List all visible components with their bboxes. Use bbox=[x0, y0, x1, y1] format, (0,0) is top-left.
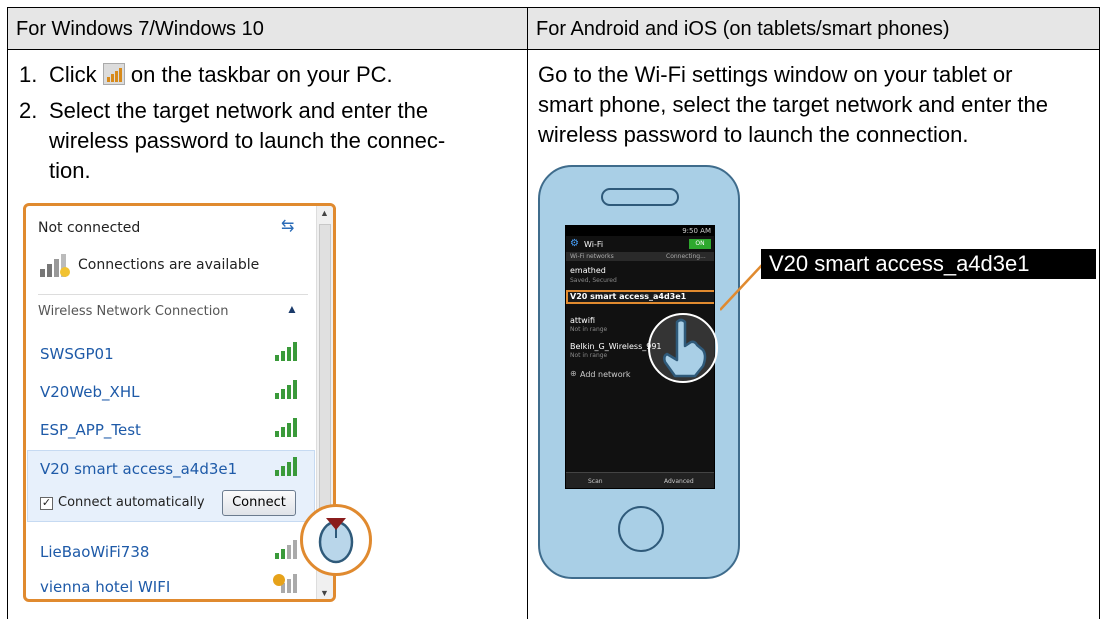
phone-network-belkin-sub: Not in range bbox=[570, 352, 608, 359]
wifi-signal-icon bbox=[275, 380, 297, 399]
connect-button[interactable]: Connect bbox=[222, 490, 296, 516]
collapse-chevron-icon[interactable]: ▲ bbox=[286, 302, 298, 316]
network-callout-label: V20 smart access_a4d3e1 bbox=[761, 249, 1096, 279]
connect-automatically-checkbox[interactable]: ✓ bbox=[40, 497, 53, 510]
step-1: 1. Click on the taskbar on your PC. bbox=[19, 60, 489, 90]
network-esp-app-test[interactable]: ESP_APP_Test bbox=[40, 421, 141, 439]
refresh-icon[interactable]: ⇆ bbox=[281, 216, 294, 236]
phone-networks-label: Wi-Fi networks bbox=[570, 253, 614, 260]
step-1-text: Click on the taskbar on your PC. bbox=[49, 60, 489, 90]
phone-network-attwifi[interactable]: attwifi bbox=[570, 316, 595, 325]
wifi-signal-icon bbox=[275, 342, 297, 361]
step-2-line-3: tion. bbox=[49, 158, 91, 183]
step-2-line-1: Select the target network and enter the bbox=[49, 98, 429, 123]
phone-home-button bbox=[618, 506, 664, 552]
wifi-signal-icon bbox=[275, 457, 297, 476]
phone-network-attwifi-sub: Not in range bbox=[570, 326, 608, 333]
windows-network-flyout: Not connected ⇆ Connections are availabl… bbox=[23, 203, 336, 602]
network-v20web[interactable]: V20Web_XHL bbox=[40, 383, 139, 401]
mobile-instructions: Go to the Wi-Fi settings window on your … bbox=[538, 60, 1098, 150]
phone-wifi-title: Wi-Fi bbox=[584, 240, 604, 249]
step-1-text-a: Click bbox=[49, 62, 97, 87]
network-v20-smart-access[interactable]: V20 smart access_a4d3e1 bbox=[40, 460, 237, 478]
step-2-text: Select the target network and enter the … bbox=[49, 96, 489, 186]
mouse-icon bbox=[318, 518, 354, 564]
phone-speaker bbox=[601, 188, 679, 206]
table-column-divider bbox=[527, 7, 528, 619]
header-cell-mobile: For Android and iOS (on tablets/smart ph… bbox=[527, 7, 1100, 49]
phone-time: 9:50 AM bbox=[682, 227, 711, 235]
step-2-line-2: wireless password to launch the connec- bbox=[49, 128, 446, 153]
connections-available-icon bbox=[40, 254, 70, 277]
callout-connector bbox=[720, 264, 763, 311]
network-swsgp01[interactable]: SWSGP01 bbox=[40, 345, 114, 363]
step-1-text-b: on the taskbar on your PC. bbox=[130, 62, 393, 87]
taskbar-network-icon bbox=[102, 63, 125, 85]
step-2-number: 2. bbox=[19, 98, 38, 123]
add-network-icon: ⊕ bbox=[570, 369, 577, 378]
table-border-left bbox=[7, 7, 8, 619]
mobile-line-2: smart phone, select the target network a… bbox=[538, 92, 1048, 117]
phone-advanced-button[interactable]: Advanced bbox=[664, 478, 694, 485]
tapping-hand-icon bbox=[648, 313, 718, 383]
wifi-signal-icon bbox=[275, 418, 297, 437]
connections-available: Connections are available bbox=[78, 257, 260, 273]
table-border-right bbox=[1099, 7, 1100, 619]
header-cell-windows: For Windows 7/Windows 10 bbox=[7, 7, 527, 49]
wifi-signal-icon bbox=[275, 540, 297, 559]
phone-connecting: Connecting... bbox=[666, 253, 706, 260]
step-1-number: 1. bbox=[19, 62, 38, 87]
mobile-line-3: wireless password to launch the connecti… bbox=[538, 122, 969, 147]
wifi-toggle[interactable]: ON bbox=[689, 239, 711, 249]
phone-network-v20[interactable]: V20 smart access_a4d3e1 bbox=[570, 292, 686, 301]
network-liebaowifi738[interactable]: LieBaoWiFi738 bbox=[40, 543, 149, 561]
phone-network-emathed[interactable]: emathed bbox=[570, 266, 606, 275]
scroll-down-icon[interactable]: ▼ bbox=[320, 588, 329, 598]
header-windows: For Windows 7/Windows 10 bbox=[16, 18, 264, 40]
wifi-settings-gear-icon: ⚙ bbox=[570, 238, 579, 249]
network-vienna-hotel[interactable]: vienna hotel WIFI bbox=[40, 578, 170, 596]
table-border-top bbox=[7, 7, 1100, 8]
scroll-up-icon[interactable]: ▲ bbox=[320, 208, 329, 218]
mouse-click-indicator bbox=[300, 504, 372, 576]
mobile-line-1: Go to the Wi-Fi settings window on your … bbox=[538, 62, 1013, 87]
table-header-divider bbox=[7, 49, 1100, 50]
step-2: 2. Select the target network and enter t… bbox=[19, 96, 489, 186]
flyout-divider bbox=[38, 294, 308, 295]
phone-add-network[interactable]: Add network bbox=[580, 370, 631, 379]
wifi-signal-warning-icon bbox=[273, 574, 297, 593]
header-mobile: For Android and iOS (on tablets/smart ph… bbox=[536, 18, 950, 40]
phone-network-emathed-sub: Saved, Secured bbox=[570, 277, 617, 284]
phone-scan-button[interactable]: Scan bbox=[588, 478, 603, 485]
section-wireless: Wireless Network Connection bbox=[38, 304, 229, 319]
